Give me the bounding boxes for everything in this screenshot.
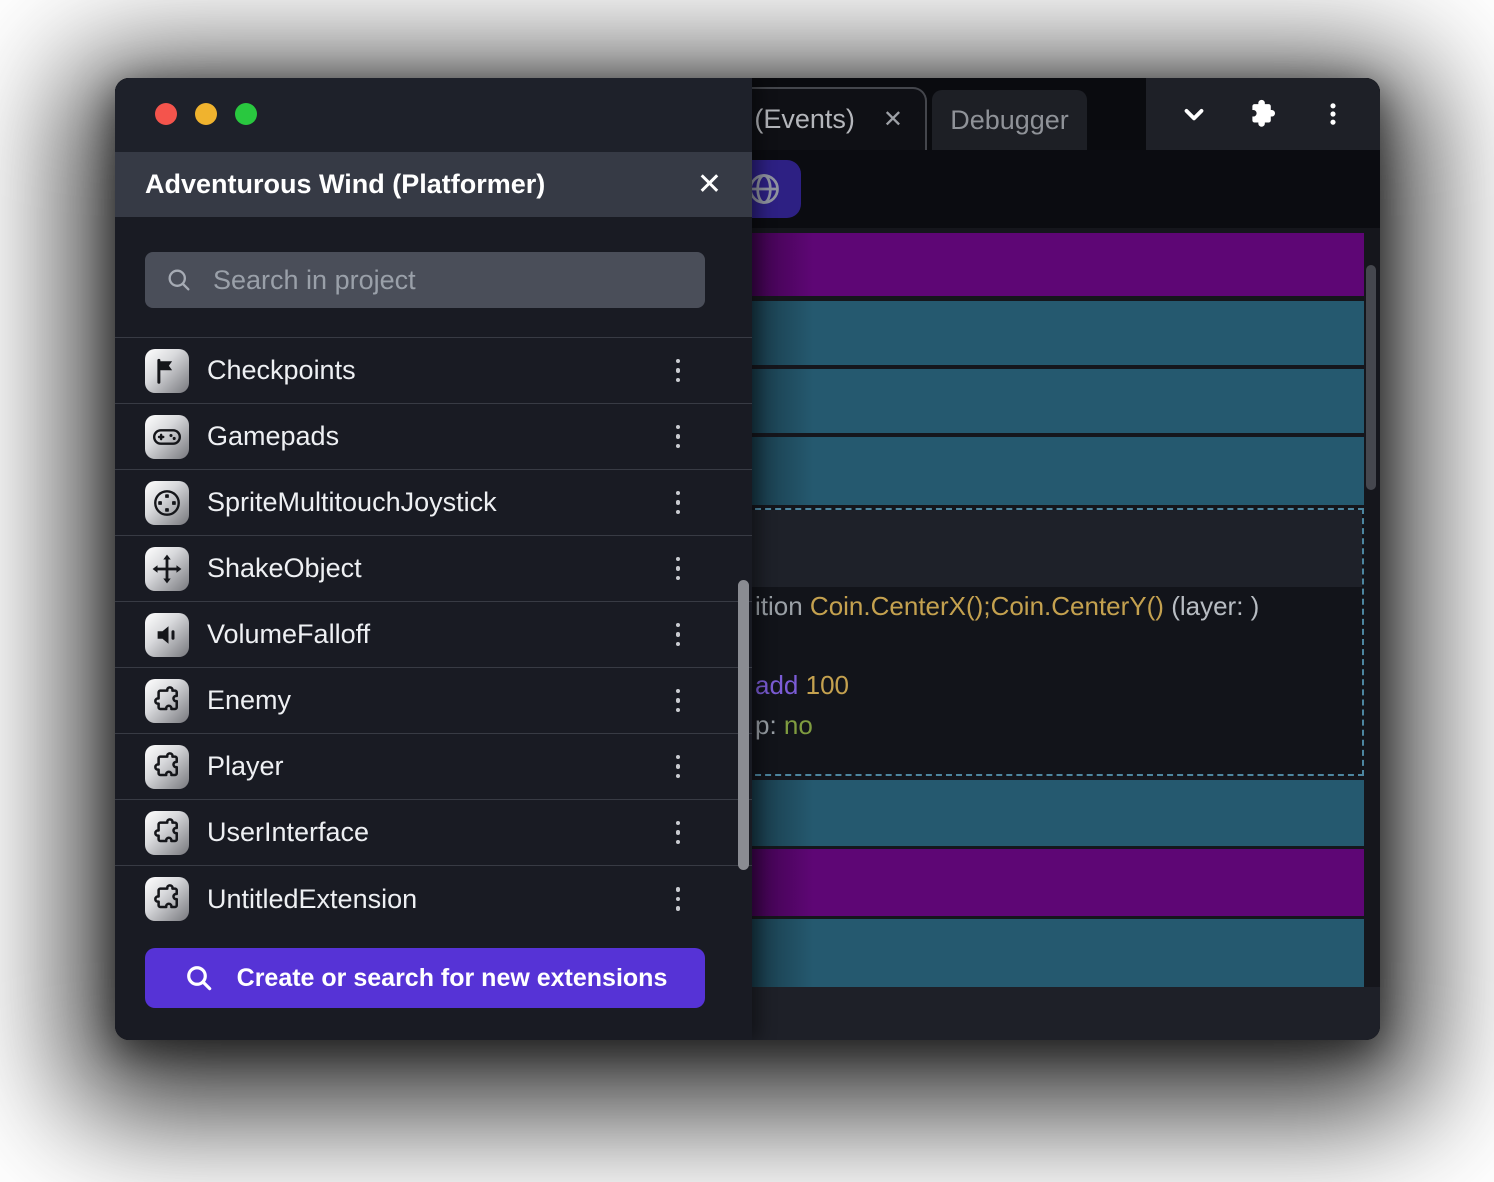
kebab-menu-icon[interactable] bbox=[672, 751, 685, 783]
code-segment: 100 bbox=[806, 670, 849, 700]
event-row-teal[interactable] bbox=[752, 301, 1364, 365]
code-segment: add bbox=[755, 670, 806, 700]
puzzle-icon bbox=[145, 811, 189, 855]
search-input[interactable] bbox=[213, 265, 685, 296]
event-code-line: p: no bbox=[755, 710, 813, 741]
list-item[interactable]: Enemy bbox=[115, 668, 752, 734]
create-extension-button[interactable]: Create or search for new extensions bbox=[145, 948, 705, 1008]
gamepad-icon bbox=[145, 415, 189, 459]
list-item-label: UserInterface bbox=[207, 817, 654, 848]
puzzle-icon bbox=[145, 877, 189, 921]
events-sheet-footer bbox=[745, 987, 1380, 1040]
puzzle-icon bbox=[145, 745, 189, 789]
extensions-panel: Adventurous Wind (Platformer) ✕ Checkpoi… bbox=[115, 78, 752, 1040]
list-item[interactable]: SpriteMultitouchJoystick bbox=[115, 470, 752, 536]
close-icon[interactable]: ✕ bbox=[697, 170, 722, 200]
window-top-controls bbox=[1146, 78, 1380, 150]
event-row-teal[interactable] bbox=[752, 780, 1364, 846]
traffic-light-close[interactable] bbox=[155, 103, 177, 125]
flag-icon bbox=[145, 349, 189, 393]
kebab-menu-icon[interactable] bbox=[672, 883, 685, 915]
kebab-menu-icon[interactable] bbox=[672, 817, 685, 849]
list-item-label: ShakeObject bbox=[207, 553, 654, 584]
code-segment: p: bbox=[755, 710, 784, 740]
list-item[interactable]: VolumeFalloff bbox=[115, 602, 752, 668]
event-row-teal[interactable] bbox=[752, 919, 1364, 987]
list-item[interactable]: UntitledExtension bbox=[115, 866, 752, 932]
event-code-line: ition Coin.CenterX();Coin.CenterY() (lay… bbox=[755, 591, 1259, 622]
list-item-label: Checkpoints bbox=[207, 355, 654, 386]
search-icon bbox=[183, 962, 215, 994]
tab-debugger-label: Debugger bbox=[950, 105, 1069, 136]
gdevelop-window: (Events) ✕ Debugger bbox=[115, 78, 1380, 1040]
kebab-menu-icon[interactable] bbox=[672, 685, 685, 717]
tab-events-label: (Events) bbox=[754, 104, 855, 135]
kebab-menu-icon[interactable] bbox=[672, 355, 685, 387]
kebab-menu-icon[interactable] bbox=[672, 553, 685, 585]
list-item-label: Gamepads bbox=[207, 421, 654, 452]
selected-event[interactable]: ition Coin.CenterX();Coin.CenterY() (lay… bbox=[745, 508, 1364, 776]
search-icon bbox=[165, 266, 193, 294]
list-item[interactable]: UserInterface bbox=[115, 800, 752, 866]
event-row-teal[interactable] bbox=[752, 369, 1364, 433]
list-item-label: Enemy bbox=[207, 685, 654, 716]
panel-header: Adventurous Wind (Platformer) ✕ bbox=[115, 152, 752, 217]
screenshot-stage: (Events) ✕ Debugger bbox=[0, 0, 1494, 1182]
code-segment: ; bbox=[983, 591, 990, 621]
event-row-purple[interactable] bbox=[752, 849, 1364, 916]
extensions-list: Checkpoints Gamepads SpriteMultitouchJoyst… bbox=[115, 337, 752, 932]
event-row-teal[interactable] bbox=[752, 437, 1364, 505]
traffic-light-minimize[interactable] bbox=[195, 103, 217, 125]
move-arrows-icon bbox=[145, 547, 189, 591]
extensions-puzzle-icon[interactable] bbox=[1241, 92, 1285, 136]
project-search[interactable] bbox=[145, 252, 705, 308]
list-item[interactable]: Gamepads bbox=[115, 404, 752, 470]
panel-scrollbar[interactable] bbox=[738, 580, 749, 870]
chevron-down-icon[interactable] bbox=[1172, 92, 1216, 136]
list-item[interactable]: Player bbox=[115, 734, 752, 800]
tab-close-icon[interactable]: ✕ bbox=[883, 108, 903, 132]
list-item-label: Player bbox=[207, 751, 654, 782]
code-segment: no bbox=[784, 710, 813, 740]
list-item-label: SpriteMultitouchJoystick bbox=[207, 487, 654, 518]
puzzle-icon bbox=[145, 679, 189, 723]
code-segment: Coin.CenterX() bbox=[810, 591, 983, 621]
joystick-icon bbox=[145, 481, 189, 525]
list-item[interactable]: Checkpoints bbox=[115, 338, 752, 404]
tab-debugger[interactable]: Debugger bbox=[932, 90, 1087, 150]
kebab-menu-icon[interactable] bbox=[672, 421, 685, 453]
events-scrollbar[interactable] bbox=[1366, 265, 1376, 490]
event-condition-area[interactable] bbox=[747, 510, 1362, 587]
list-item-label: VolumeFalloff bbox=[207, 619, 654, 650]
code-segment: ition bbox=[755, 591, 810, 621]
kebab-menu-icon[interactable] bbox=[672, 619, 685, 651]
panel-title: Adventurous Wind (Platformer) bbox=[145, 169, 697, 200]
list-item-label: UntitledExtension bbox=[207, 884, 654, 915]
panel-titlebar bbox=[115, 78, 752, 152]
speaker-icon bbox=[145, 613, 189, 657]
kebab-menu-icon[interactable] bbox=[1311, 92, 1355, 136]
create-extension-label: Create or search for new extensions bbox=[237, 964, 668, 993]
code-segment: (layer: ) bbox=[1164, 591, 1259, 621]
event-code-line: add 100 bbox=[755, 670, 849, 701]
traffic-light-zoom[interactable] bbox=[235, 103, 257, 125]
list-item[interactable]: ShakeObject bbox=[115, 536, 752, 602]
kebab-menu-icon[interactable] bbox=[672, 487, 685, 519]
event-row-purple[interactable] bbox=[752, 233, 1364, 296]
code-segment: Coin.CenterY() bbox=[991, 591, 1164, 621]
